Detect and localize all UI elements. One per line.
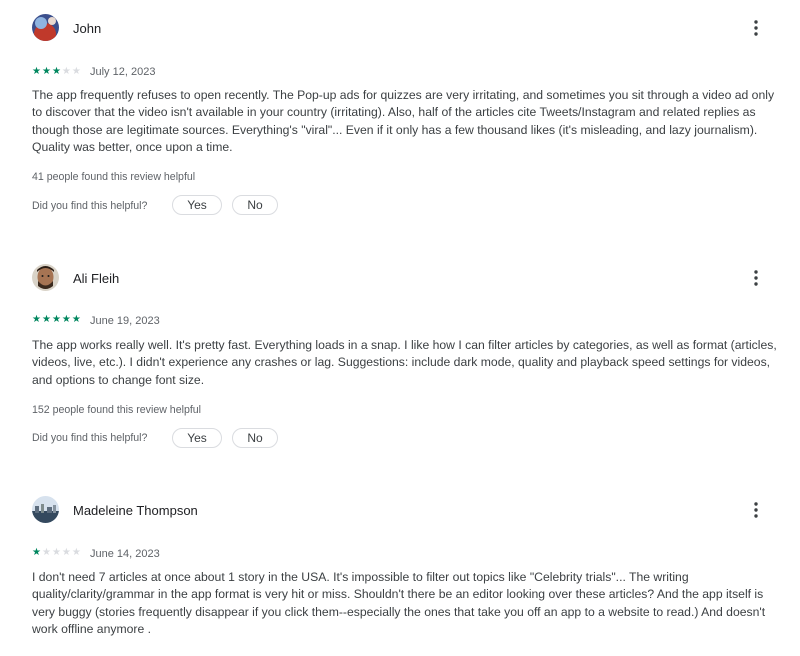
review-date: June 19, 2023 xyxy=(90,315,160,327)
author-name: Madeleine Thompson xyxy=(73,503,198,518)
star-icon: ★ xyxy=(71,66,81,77)
review-date: June 14, 2023 xyxy=(90,548,160,560)
star-icon: ★ xyxy=(32,314,41,325)
star-icon: ★ xyxy=(51,314,61,325)
more-options-button[interactable] xyxy=(744,498,768,522)
helpful-no-button[interactable]: No xyxy=(232,195,278,215)
star-icon: ★ xyxy=(71,547,81,558)
star-icon: ★ xyxy=(32,66,41,77)
review-text: The app works really well. It's pretty f… xyxy=(32,338,777,387)
more-vert-icon xyxy=(754,20,758,36)
more-vert-icon xyxy=(754,270,758,286)
star-icon: ★ xyxy=(41,314,51,325)
helpful-count: 41 people found this review helpful xyxy=(32,171,196,183)
star-icon: ★ xyxy=(41,547,51,558)
avatar-john-image xyxy=(32,14,59,41)
star-icon: ★ xyxy=(32,547,41,558)
avatar[interactable] xyxy=(32,496,59,523)
review-date: July 12, 2023 xyxy=(90,66,156,78)
star-rating: ★ ★ ★ ★ ★ xyxy=(32,67,81,77)
author-name: John xyxy=(73,21,102,36)
star-rating: ★ ★ ★ ★ ★ xyxy=(32,315,81,325)
helpful-yes-button[interactable]: Yes xyxy=(172,428,222,448)
helpful-question: Did you find this helpful? xyxy=(32,200,148,212)
more-vert-icon xyxy=(754,502,758,518)
star-icon: ★ xyxy=(41,66,51,77)
star-rating: ★ ★ ★ ★ ★ xyxy=(32,548,81,558)
helpful-count: 152 people found this review helpful xyxy=(32,404,202,416)
star-icon: ★ xyxy=(61,314,71,325)
star-icon: ★ xyxy=(51,66,61,77)
helpful-yes-button[interactable]: Yes xyxy=(172,195,222,215)
star-icon: ★ xyxy=(61,66,71,77)
star-icon: ★ xyxy=(61,547,71,558)
more-options-button[interactable] xyxy=(744,16,768,40)
helpful-no-button[interactable]: No xyxy=(232,428,278,448)
star-icon: ★ xyxy=(71,314,81,325)
avatar-ali-image xyxy=(32,264,59,291)
review-text: The app frequently refuses to open recen… xyxy=(32,88,775,154)
avatar-madeleine-image xyxy=(32,496,59,523)
star-icon: ★ xyxy=(51,547,61,558)
helpful-question: Did you find this helpful? xyxy=(32,432,148,444)
author-name: Ali Fleih xyxy=(73,271,120,286)
avatar[interactable] xyxy=(32,264,59,291)
avatar[interactable] xyxy=(32,14,59,41)
review-text: I don't need 7 articles at once about 1 … xyxy=(32,570,766,636)
more-options-button[interactable] xyxy=(744,266,768,290)
